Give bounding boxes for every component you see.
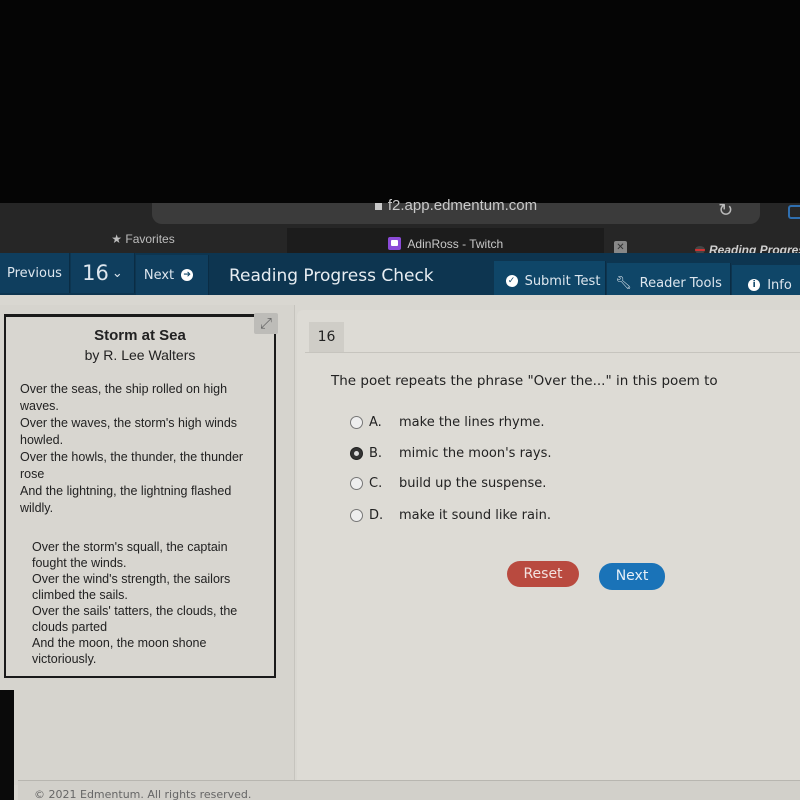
option-text: make the lines rhyme. bbox=[399, 414, 545, 430]
reset-button[interactable]: Reset bbox=[507, 561, 579, 587]
poem-line: And the moon, the moon shone victoriousl… bbox=[32, 636, 207, 666]
poem-line: Over the sails' tatters, the clouds, the… bbox=[32, 604, 238, 634]
poem-author: by R. Lee Walters bbox=[84, 347, 196, 363]
next-question-button[interactable]: Next ➔ bbox=[136, 255, 209, 295]
lock-icon bbox=[374, 202, 382, 210]
tab-favorites[interactable]: ★ Favorites bbox=[0, 228, 286, 253]
next-button[interactable]: Next bbox=[599, 563, 665, 590]
radio-d[interactable] bbox=[350, 508, 363, 522]
reload-icon[interactable]: ↻ bbox=[718, 200, 733, 221]
question-number: 16 bbox=[82, 261, 109, 285]
option-text: make it sound like rain. bbox=[399, 507, 551, 523]
option-text: build up the suspense. bbox=[399, 475, 547, 491]
info-icon: i bbox=[748, 279, 761, 291]
poem-box: Storm at Sea by R. Lee Walters Over the … bbox=[4, 314, 276, 678]
question-prompt: The poet repeats the phrase "Over the...… bbox=[331, 373, 718, 389]
expand-icon[interactable]: ⤢ bbox=[254, 313, 278, 334]
check-circle-icon: ✓ bbox=[505, 275, 518, 287]
reader-tools-label: Reader Tools bbox=[639, 275, 722, 291]
option-letter: D. bbox=[369, 507, 384, 523]
answer-option-d[interactable]: D. make it sound like rain. bbox=[350, 505, 551, 525]
option-letter: B. bbox=[369, 445, 383, 461]
poem-line: And the lightning, the lightning flashed… bbox=[20, 484, 232, 515]
copyright-text: © 2021 Edmentum. All rights reserved. bbox=[34, 788, 252, 800]
tab-twitch[interactable]: AdinRoss - Twitch bbox=[287, 228, 604, 253]
answer-option-c[interactable]: C. build up the suspense. bbox=[350, 473, 546, 493]
answer-option-a[interactable]: A. make the lines rhyme. bbox=[350, 412, 545, 432]
sidebar-toggle-icon[interactable] bbox=[788, 205, 800, 219]
poem-line: Over the storm's squall, the captain fou… bbox=[32, 540, 228, 570]
radio-c[interactable] bbox=[350, 476, 363, 490]
poem-line: Over the wind's strength, the sailors cl… bbox=[32, 572, 231, 602]
option-text: mimic the moon's rays. bbox=[399, 445, 552, 461]
poem-line: Over the howls, the thunder, the thunder… bbox=[20, 450, 244, 481]
tab-label: Favorites bbox=[125, 232, 175, 246]
question-number-dropdown[interactable]: 16 ⌄ bbox=[71, 253, 135, 293]
poem-title: Storm at Sea bbox=[94, 327, 186, 344]
chevron-down-icon: ⌄ bbox=[111, 265, 123, 281]
submit-label: Submit Test bbox=[524, 273, 601, 289]
address-bar[interactable]: f2.app.edmentum.com bbox=[152, 197, 760, 224]
url-text: f2.app.edmentum.com bbox=[387, 197, 538, 214]
twitch-icon bbox=[387, 237, 401, 250]
info-label: Info bbox=[767, 277, 792, 293]
poem-line: Over the waves, the storm's high winds h… bbox=[20, 416, 238, 447]
poem-line: Over the seas, the ship rolled on high w… bbox=[20, 382, 228, 413]
previous-label: Previous bbox=[7, 265, 62, 281]
answer-option-b[interactable]: B. mimic the moon's rays. bbox=[350, 443, 552, 463]
star-icon: ★ bbox=[111, 232, 123, 246]
divider bbox=[305, 352, 800, 353]
off-screen-area bbox=[0, 0, 800, 203]
option-letter: A. bbox=[369, 414, 382, 430]
wrench-icon: 🔧︎ bbox=[615, 275, 632, 291]
previous-button[interactable]: Previous bbox=[0, 253, 70, 293]
screen-bezel bbox=[0, 690, 14, 800]
radio-a[interactable] bbox=[350, 415, 363, 429]
tab-label: AdinRoss - Twitch bbox=[407, 237, 504, 251]
next-label: Next bbox=[143, 267, 175, 283]
arrow-right-circle-icon: ➔ bbox=[181, 269, 194, 281]
option-letter: C. bbox=[369, 475, 383, 491]
stanza-2: Over the storm's squall, the captain fou… bbox=[32, 539, 257, 667]
stanza-1: Over the seas, the ship rolled on high w… bbox=[20, 381, 265, 517]
page-title: Reading Progress Check bbox=[229, 266, 434, 286]
radio-b[interactable] bbox=[350, 446, 363, 460]
question-number-badge: 16 bbox=[309, 322, 344, 352]
